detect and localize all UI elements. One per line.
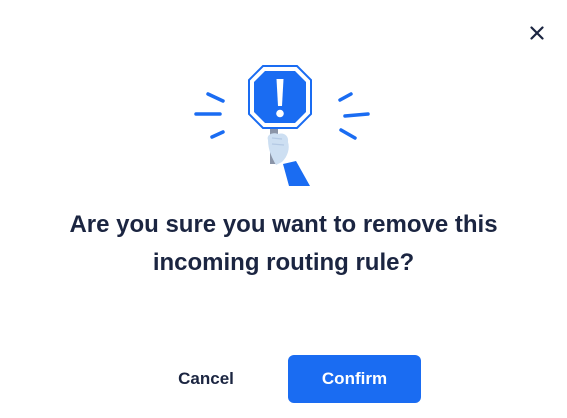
close-button[interactable] xyxy=(526,22,548,44)
confirm-button[interactable]: Confirm xyxy=(288,355,421,403)
confirm-remove-dialog: Are you sure you want to remove this inc… xyxy=(0,0,567,418)
warning-sign-icon xyxy=(194,65,370,186)
close-icon xyxy=(530,26,544,40)
dialog-title: Are you sure you want to remove this inc… xyxy=(69,211,498,276)
cancel-button[interactable]: Cancel xyxy=(160,360,252,398)
